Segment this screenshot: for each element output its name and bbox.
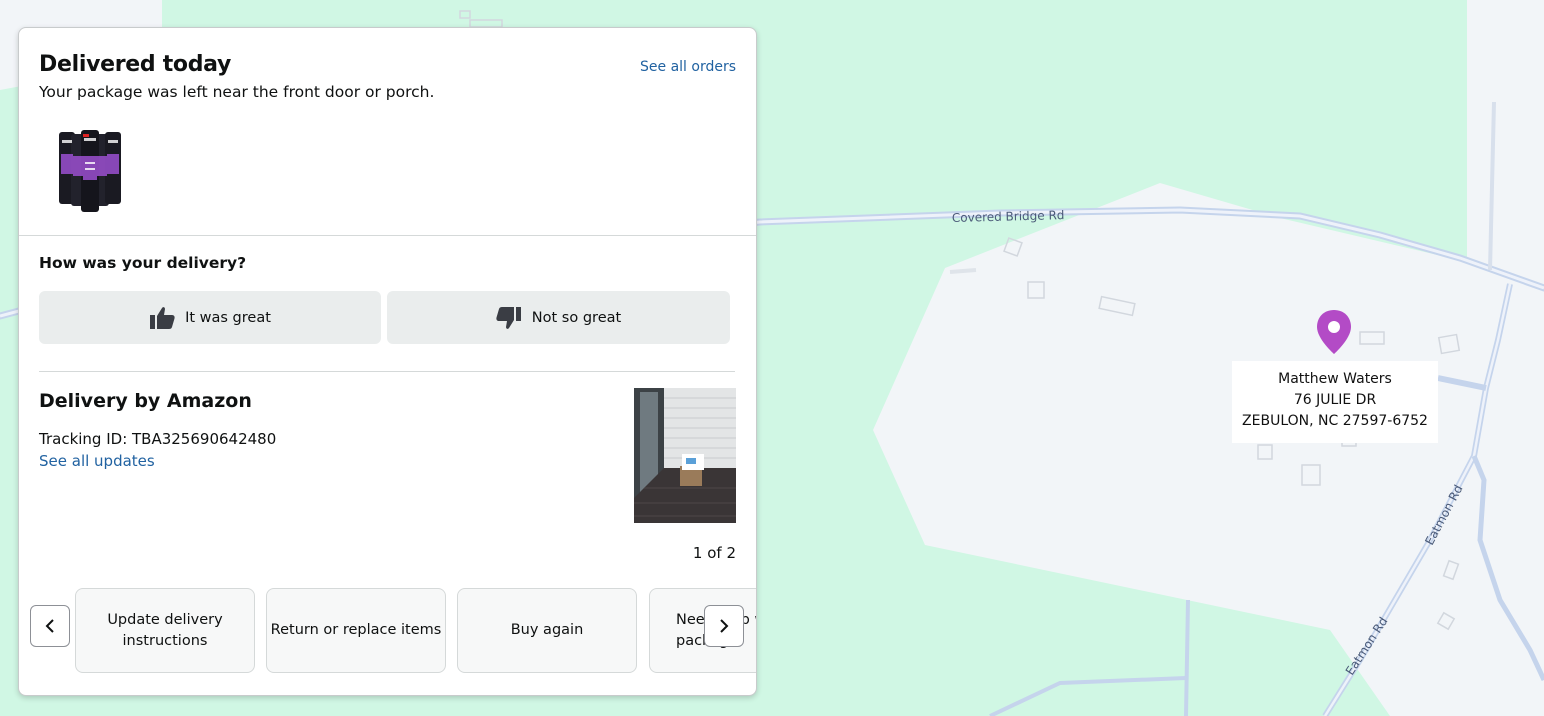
delivery-status-subtitle: Your package was left near the front doo… [39, 83, 435, 101]
delivery-photo[interactable] [634, 388, 736, 523]
delivery-status-panel: Delivered today Your package was left ne… [18, 27, 757, 696]
action-label: instructions [122, 632, 208, 649]
buy-again-button[interactable]: Buy again [457, 588, 637, 673]
photo-pager: 1 of 2 [692, 544, 736, 562]
feedback-great-label: It was great [185, 309, 271, 326]
carousel-next-button[interactable] [704, 605, 744, 647]
spray-can-icon [59, 130, 121, 212]
street-address: 76 JULIE DR [1293, 392, 1377, 408]
address-card: Matthew Waters 76 JULIE DR ZEBULON, NC 2… [1232, 361, 1438, 443]
feedback-not-great-label: Not so great [531, 309, 622, 326]
recipient-name: Matthew Waters [1278, 371, 1392, 387]
update-delivery-instructions-button[interactable]: Update delivery instructions [75, 588, 255, 673]
see-all-orders-link[interactable]: See all orders [640, 59, 736, 75]
feedback-not-great-button[interactable]: Not so great [387, 291, 730, 344]
city-state-zip: ZEBULON, NC 27597-6752 [1242, 413, 1428, 429]
carousel-prev-button[interactable] [30, 605, 70, 647]
chevron-right-icon [720, 619, 729, 633]
carrier-title: Delivery by Amazon [39, 390, 252, 412]
action-label: Buy again [510, 622, 584, 638]
location-pin-icon[interactable] [1314, 308, 1354, 358]
chevron-left-icon [45, 619, 54, 633]
tracking-id: Tracking ID: TBA325690642480 [39, 430, 277, 448]
thumbs-down-icon [496, 306, 521, 329]
section-divider [19, 235, 756, 236]
return-replace-items-button[interactable]: Return or replace items [266, 588, 446, 673]
see-all-updates-link[interactable]: See all updates [39, 452, 155, 470]
delivery-status-title: Delivered today [39, 52, 232, 77]
feedback-great-button[interactable]: It was great [39, 291, 381, 344]
thumbs-up-icon [150, 306, 175, 329]
action-label: Update delivery [107, 611, 223, 628]
road-label: Covered Bridge Rd [952, 208, 1065, 225]
section-divider [39, 371, 735, 372]
feedback-question: How was your delivery? [39, 254, 247, 272]
action-label: Return or replace items [270, 622, 442, 638]
product-thumbnail[interactable] [57, 128, 123, 214]
